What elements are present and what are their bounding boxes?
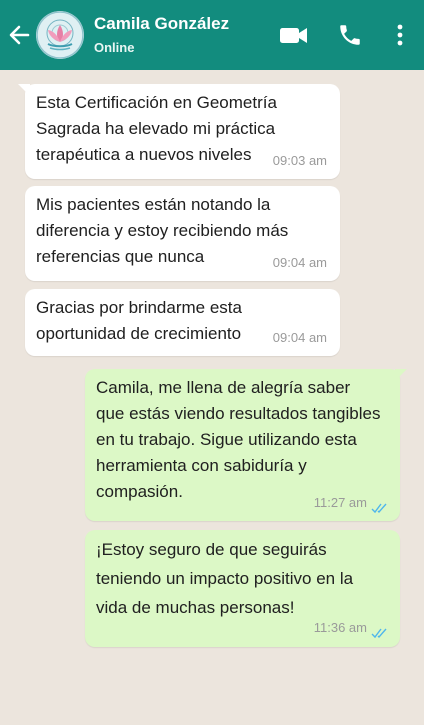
message-time: 11:36 am — [313, 620, 367, 635]
message-line: que estás viendo resultados tangibles — [96, 404, 381, 423]
arrow-left-icon[interactable] — [8, 23, 30, 47]
incoming-message[interactable]: Esta Certificación en Geometría Sagrada … — [18, 84, 340, 179]
avatar[interactable] — [36, 11, 84, 59]
message-line: oportunidad de crecimiento — [36, 324, 242, 343]
message-text: Mis pacientes están notando la diferenci… — [36, 192, 288, 270]
bubble-tail — [395, 369, 407, 381]
message-time: 11:27 am — [313, 495, 367, 510]
video-camera-icon[interactable] — [279, 22, 309, 48]
more-vertical-icon[interactable] — [392, 22, 408, 48]
message-text: Esta Certificación en Geometría Sagrada … — [36, 90, 277, 168]
double-check-icon — [371, 503, 387, 514]
message-time: 09:04 am — [272, 255, 327, 270]
message-line: en tu trabajo. Sigue utilizando esta — [96, 430, 357, 449]
contact-status: Online — [94, 40, 135, 55]
message-time: 09:03 am — [272, 153, 327, 168]
message-line: teniendo un impacto positivo en la — [96, 569, 354, 588]
incoming-message[interactable]: Mis pacientes están notando la diferenci… — [25, 186, 340, 281]
message-line: terapéutica a nuevos niveles — [36, 145, 252, 164]
message-time: 09:04 am — [272, 330, 327, 345]
contact-name[interactable]: Camila González — [94, 14, 229, 34]
message-line: ¡Estoy seguro de que seguirás — [96, 540, 327, 559]
message-line: Esta Certificación en Geometría — [36, 93, 277, 112]
lotus-logo — [36, 11, 84, 59]
message-line: referencias que nunca — [36, 247, 205, 266]
double-check-icon — [371, 628, 387, 639]
outgoing-message[interactable]: Camila, me llena de alegría saber que es… — [85, 369, 407, 521]
message-line: Camila, me llena de alegría saber — [96, 378, 351, 397]
message-text: ¡Estoy seguro de que seguirás teniendo u… — [96, 535, 353, 622]
chat-header: Camila González Online — [0, 0, 424, 70]
message-line: diferencia y estoy recibiendo más — [36, 221, 289, 240]
message-line: Sagrada ha elevado mi práctica — [36, 119, 276, 138]
message-line: Gracias por brindarme esta — [36, 298, 242, 317]
message-text: Camila, me llena de alegría saber que es… — [96, 375, 380, 505]
message-text: Gracias por brindarme esta oportunidad d… — [36, 295, 242, 347]
message-line: herramienta con sabiduría y — [96, 456, 307, 475]
outgoing-message[interactable]: ¡Estoy seguro de que seguirás teniendo u… — [85, 530, 400, 647]
phone-icon[interactable] — [337, 22, 363, 48]
message-line: Mis pacientes están notando la — [36, 195, 271, 214]
incoming-message[interactable]: Gracias por brindarme esta oportunidad d… — [25, 289, 340, 356]
bubble-tail — [18, 84, 30, 96]
